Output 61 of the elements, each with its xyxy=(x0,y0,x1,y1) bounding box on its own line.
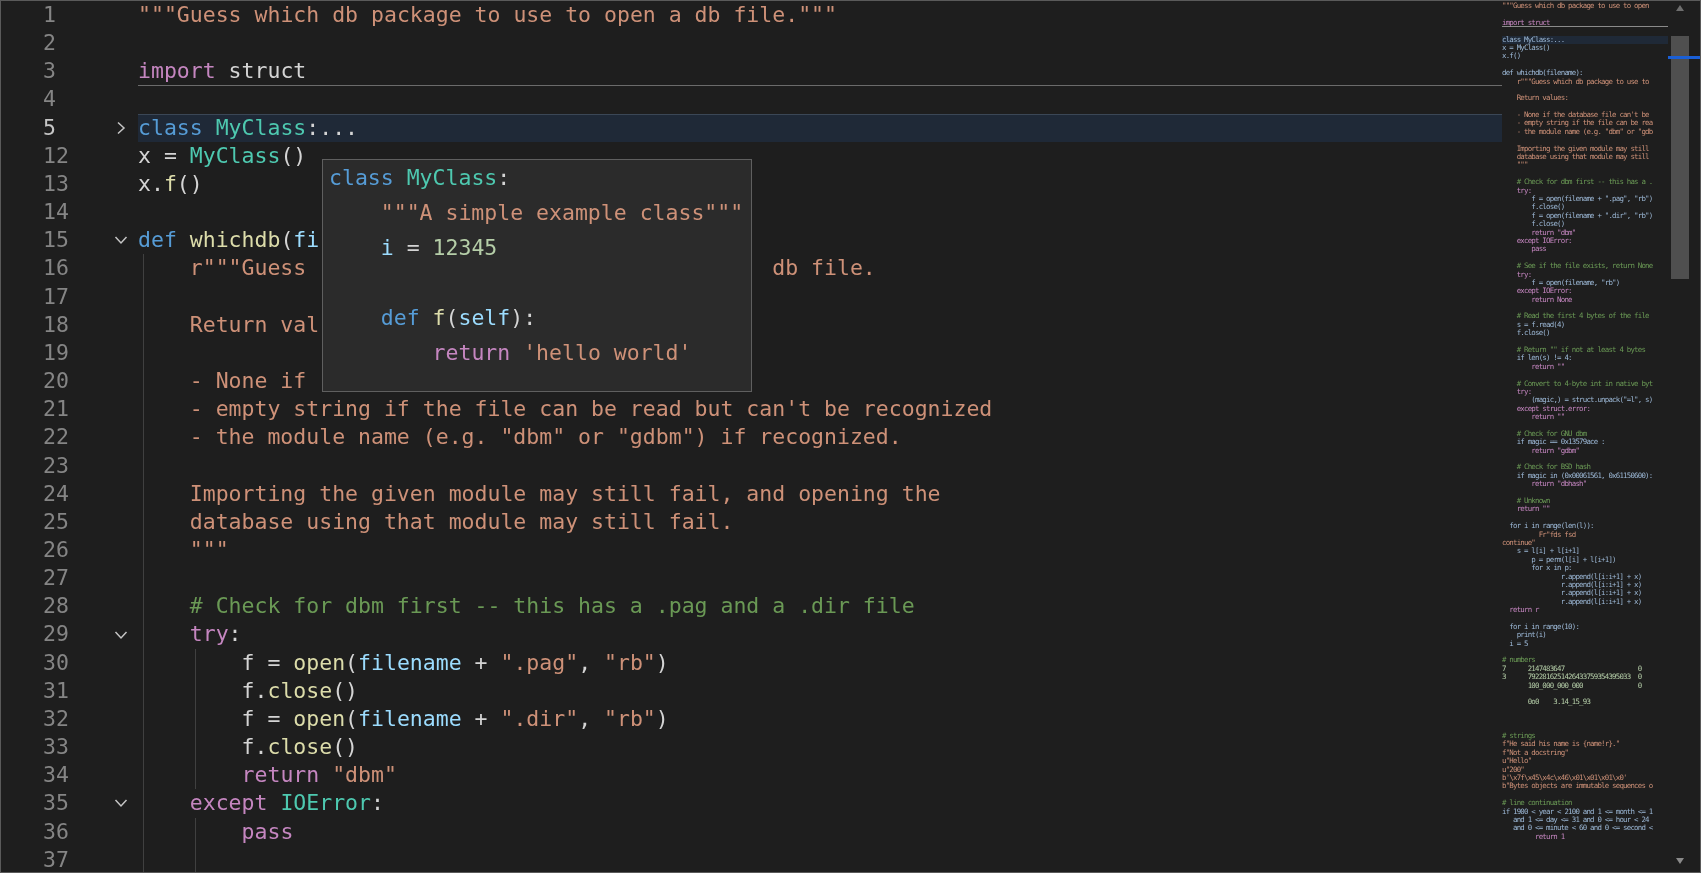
code-line: return 'hello world' xyxy=(431,340,692,365)
code-line: database using that module may still fail. xyxy=(188,508,734,534)
line-number: 32 xyxy=(42,704,70,733)
line-number: 15 xyxy=(42,226,70,255)
line-number: 14 xyxy=(42,198,70,227)
code-line: - None if xyxy=(188,368,307,394)
line-number: 19 xyxy=(42,338,70,367)
line-number: 12 xyxy=(42,141,70,170)
code-line: f.close() xyxy=(240,734,359,760)
code-line: Return val xyxy=(188,311,320,337)
line-number: 23 xyxy=(42,451,70,480)
code-line: f = open(filename + ".dir", "rb") xyxy=(240,705,669,731)
line-number: 27 xyxy=(42,564,70,593)
code-line: - empty string if the file can be read but can't be recognized xyxy=(188,396,993,422)
scrollbar-thumb[interactable] xyxy=(1671,36,1689,279)
code-line: try: xyxy=(188,621,242,647)
code-line: - the module name (e.g. "dbm" or "gdbm") if recognized. xyxy=(188,424,902,450)
line-number: 31 xyxy=(42,676,70,705)
line-number: 3 xyxy=(42,57,57,86)
code-line: f = open(filename + ".pag", "rb") xyxy=(240,649,669,675)
line-number: 4 xyxy=(42,85,57,114)
code-line: import struct xyxy=(138,58,307,84)
line-number: 18 xyxy=(42,310,70,339)
code-line: def whichdb(fi xyxy=(138,227,320,253)
scroll-up-icon[interactable] xyxy=(1676,5,1684,11)
line-number: 29 xyxy=(42,620,70,649)
code-line: """Guess which db package to use to open a db file.""" xyxy=(138,2,837,27)
code-line: class MyClass:... xyxy=(138,114,359,140)
line-number: 16 xyxy=(42,254,70,283)
line-number: 17 xyxy=(42,282,70,311)
line-number: 5 xyxy=(42,113,57,142)
code-line: Importing the given module may still fail, and opening the xyxy=(188,480,941,506)
line-number: 26 xyxy=(42,535,70,564)
code-line: """A simple example class""" xyxy=(379,200,744,225)
line-number: 25 xyxy=(42,507,70,536)
cursor-marker xyxy=(1668,56,1700,59)
code-line: return "dbm" xyxy=(240,762,397,788)
line-number: 21 xyxy=(42,395,70,424)
code-line: def f(self): xyxy=(379,305,537,330)
line-number: 2 xyxy=(42,29,57,58)
scroll-down-icon[interactable] xyxy=(1676,858,1684,864)
line-number: 13 xyxy=(42,169,70,198)
line-number: 33 xyxy=(42,733,70,762)
code-line: """ xyxy=(188,536,229,562)
code-line: x.f() xyxy=(138,170,203,196)
line-number: 1 xyxy=(42,1,57,29)
line-number: 37 xyxy=(42,845,70,872)
code-line: pass xyxy=(240,818,294,844)
code-line: except IOError: xyxy=(188,790,384,816)
line-number: 28 xyxy=(42,592,70,621)
line-number: 30 xyxy=(42,648,70,677)
line-number: 34 xyxy=(42,761,70,790)
code-line: f.close() xyxy=(240,677,359,703)
code-line: x = MyClass() xyxy=(138,142,307,168)
line-number: 22 xyxy=(42,423,70,452)
line-number: 20 xyxy=(42,367,70,396)
line-number: 36 xyxy=(42,817,70,846)
code-line: # Check for dbm first -- this has a .pag and a .dir file xyxy=(188,593,915,619)
code-line: class MyClass: xyxy=(329,165,511,190)
line-number: 24 xyxy=(42,479,70,508)
line-number: 35 xyxy=(42,789,70,818)
